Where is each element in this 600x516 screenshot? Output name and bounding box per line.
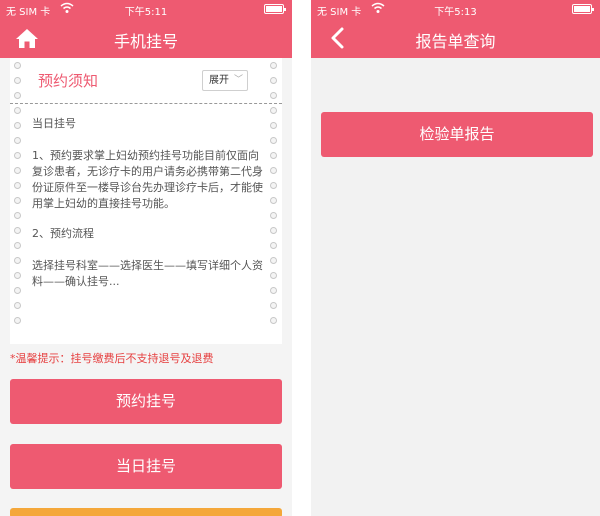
rule-2-steps: 选择挂号科室——选择医生——填写详细个人资料——确认挂号... <box>32 259 263 288</box>
partially-visible-button[interactable] <box>10 508 282 516</box>
warm-tip: *温馨提示：挂号缴费后不支持退号及退费 <box>10 352 214 365</box>
status-time: 下午5:11 <box>124 7 168 18</box>
screen-divider <box>292 0 311 516</box>
chevron-down-icon: ﹀ <box>233 75 243 85</box>
notice-body: 当日挂号 1、预约要求掌上妇幼预约挂号功能目前仅面向复诊患者，无诊疗卡的用户请务… <box>32 116 268 296</box>
same-day-register-button[interactable]: 当日挂号 <box>10 444 282 489</box>
status-bar: 无 SIM 卡 下午5:13 <box>311 0 600 18</box>
page-title: 报告单查询 <box>415 32 496 51</box>
expand-label: 展开 <box>209 75 229 86</box>
navbar: 报告单查询 <box>311 18 600 58</box>
rule-1: 1、预约要求掌上妇幼预约挂号功能目前仅面向复诊患者，无诊疗卡的用户请务必携带第二… <box>32 149 263 210</box>
battery-icon <box>572 4 594 14</box>
status-time: 下午5:13 <box>434 7 477 18</box>
notice-card: 预约须知 展开 ﹀ 当日挂号 1、预约要求掌上妇幼预约挂号功能目前仅面向复诊患者… <box>10 58 282 344</box>
book-appointment-button[interactable]: 预约挂号 <box>10 379 282 424</box>
battery-icon <box>264 4 286 14</box>
expand-button[interactable]: 展开 ﹀ <box>202 70 248 91</box>
lab-report-button[interactable]: 检验单报告 <box>321 112 593 157</box>
page-title: 手机挂号 <box>113 32 178 51</box>
status-bar: 无 SIM 卡 下午5:11 <box>0 0 292 18</box>
notice-header: 预约须知 展开 ﹀ <box>10 58 282 104</box>
notice-title: 预约须知 <box>38 72 99 90</box>
navbar: 手机挂号 <box>0 18 292 58</box>
rule-2-title: 2、预约流程 <box>32 227 94 240</box>
left-screen: 无 SIM 卡 下午5:11 手机挂号 预约须知 展开 ﹀ 当日挂号 1、预约要… <box>0 0 292 516</box>
section-same-day: 当日挂号 <box>32 117 76 130</box>
right-screen: 无 SIM 卡 下午5:13 报告单查询 检验单报告 <box>311 0 600 516</box>
